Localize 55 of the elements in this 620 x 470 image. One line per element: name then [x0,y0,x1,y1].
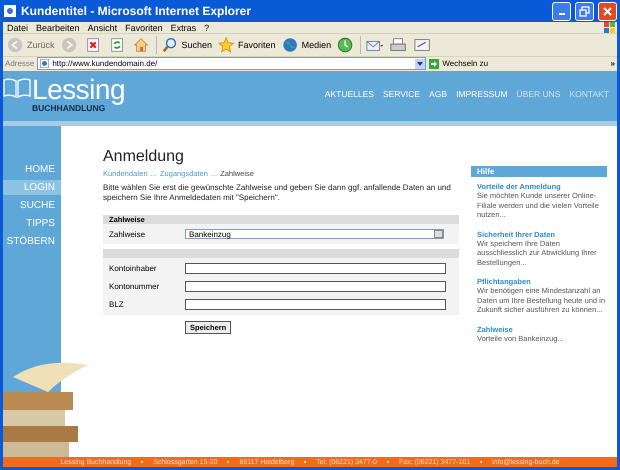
page-icon [3,4,17,18]
menu-item[interactable]: Favoriten [123,22,169,32]
help-header: Hilfe [471,166,607,177]
side-nav-link[interactable]: TIPPS [3,216,61,231]
side-nav-link[interactable]: HOME [3,162,61,177]
top-nav-link[interactable]: SERVICE [382,89,420,99]
address-field[interactable]: http://www.kundendomain.de/ [37,57,426,70]
menu-item[interactable]: Ansicht [86,22,124,32]
menu-item[interactable]: ? [202,22,216,32]
restore-button[interactable] [575,2,594,20]
star-icon [218,36,236,54]
go-button[interactable]: Wechseln zu [429,58,488,68]
menu-item[interactable]: Bearbeiten [34,22,86,32]
open-book-icon [3,77,31,101]
side-nav-link[interactable]: LOGIN [3,180,61,195]
field-label: Kontoinhaber [109,264,158,273]
minimize-icon [558,13,564,15]
top-nav-link[interactable]: AKTUELLES [324,89,374,99]
go-arrow-icon [429,58,440,68]
edit-icon [414,36,432,54]
menu-item[interactable]: Datei [5,22,34,32]
input-field[interactable] [185,299,446,310]
logo-wordmark: Lessing [32,77,126,103]
input-field[interactable] [185,263,446,274]
instruction-text: Bitte wählen Sie erst die gewünschte Zahlweise und geben Sie dann ggf. anfallende Daten an und speichern Sie Ihre Anmeldedaten mit "Speichern". [103,183,452,203]
media-button[interactable]: Medien [280,36,332,54]
clock-icon [337,36,356,54]
top-nav-link[interactable]: AGB [429,89,448,99]
printer-icon [390,36,408,54]
restore-icon [579,6,590,16]
close-button[interactable] [598,2,617,20]
top-nav-link[interactable]: KONTAKT [569,89,609,99]
minimize-button[interactable] [552,2,571,20]
side-nav-link[interactable]: SUCHE [3,198,61,213]
menu-item[interactable]: Extras [168,22,202,32]
address-label: Adresse [5,59,34,68]
more-chevron[interactable]: » [610,59,615,68]
page-title: Anmeldung [103,148,185,166]
input-field[interactable] [185,281,446,292]
field-label: Zahlweise [109,230,146,238]
home-icon [132,36,151,54]
field-label: BLZ [109,300,125,309]
close-icon [602,6,613,16]
field-label: Kontonummer [109,282,160,291]
windows-flag-icon [601,22,617,33]
window-title: Kundentitel - Microsoft Internet Explorer [21,4,252,18]
top-nav-link[interactable]: ÜBER UNS [516,89,560,99]
page-icon [40,59,50,68]
globe-icon [282,36,300,54]
top-nav-link[interactable]: IMPRESSUM [456,89,508,99]
search-button[interactable]: Suchen [160,36,214,54]
logo-subtitle: BUCHHANDLUNG [32,103,106,113]
favorites-button[interactable]: Favoriten [217,36,277,54]
side-nav-link[interactable]: STÖBERN [3,234,61,249]
payment-select[interactable]: Bankeinzug [185,229,444,239]
